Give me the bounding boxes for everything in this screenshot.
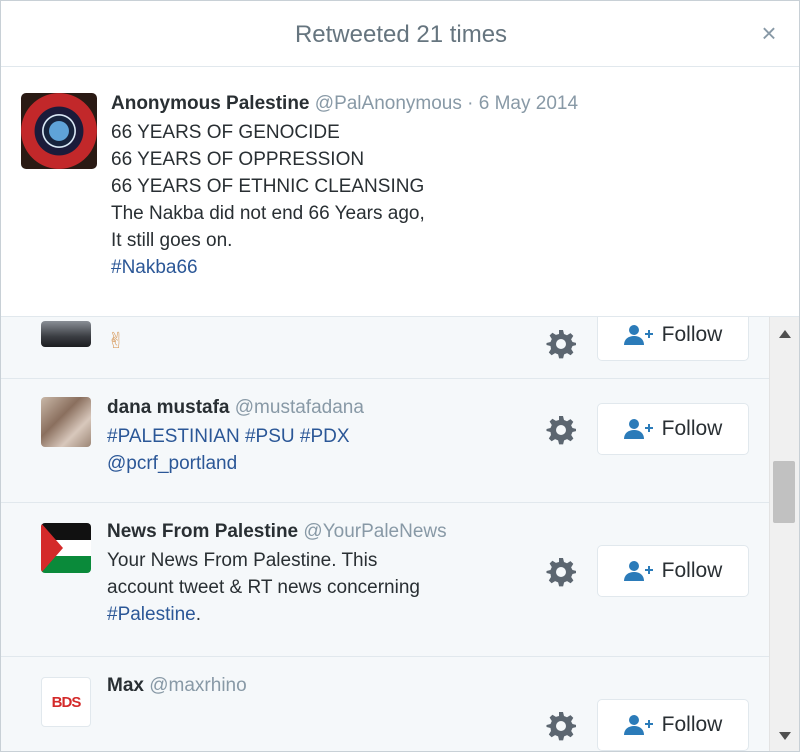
user-handle[interactable]: @mustafadana	[235, 397, 364, 418]
list-item: ✌ Follow	[1, 317, 771, 379]
palestine-flag-icon	[41, 523, 91, 573]
tweet-date[interactable]: · 6 May 2014	[467, 93, 578, 114]
avatar[interactable]: BDS	[41, 677, 91, 727]
close-button[interactable]: ×	[757, 18, 781, 48]
retweets-dialog: Retweeted 21 times × Anonymous Palestine…	[0, 0, 800, 752]
avatar[interactable]	[41, 321, 91, 347]
add-user-icon	[623, 419, 653, 439]
scroll-thumb[interactable]	[773, 461, 795, 523]
add-user-icon	[623, 715, 653, 735]
close-icon: ×	[761, 18, 777, 48]
tweet-text: 66 YEARS OF GENOCIDE 66 YEARS OF OPPRESS…	[111, 119, 781, 281]
follow-label: Follow	[661, 323, 723, 346]
gear-icon[interactable]	[546, 415, 576, 445]
hashtag-link[interactable]: #Palestine	[107, 604, 196, 625]
user-header: dana mustafa @mustafadana	[107, 397, 527, 419]
user-name[interactable]: dana mustafa	[107, 397, 229, 418]
tweet-line: The Nakba did not end 66 Years ago,	[111, 203, 425, 224]
scroll-up-arrow-icon[interactable]	[779, 330, 791, 338]
tweet-body: Anonymous Palestine @PalAnonymous · 6 Ma…	[111, 93, 781, 281]
user-header: News From Palestine @YourPaleNews	[107, 521, 527, 543]
dialog-header: Retweeted 21 times ×	[1, 1, 799, 67]
tweet-line: 66 YEARS OF ETHNIC CLEANSING	[111, 176, 425, 197]
add-user-icon	[623, 561, 653, 581]
avatar-text: BDS	[51, 693, 82, 711]
vertical-scrollbar[interactable]	[769, 317, 799, 751]
author-handle[interactable]: @PalAnonymous	[315, 93, 462, 114]
tweet-header: Anonymous Palestine @PalAnonymous · 6 Ma…	[111, 93, 781, 115]
tweet-line: 66 YEARS OF GENOCIDE	[111, 122, 340, 143]
follow-button[interactable]: Follow	[597, 545, 749, 597]
user-name[interactable]: News From Palestine	[107, 521, 298, 542]
user-bio: Your News From Palestine. This account t…	[107, 547, 527, 628]
hashtag-link[interactable]: #PALESTINIAN #PSU #PDX	[107, 423, 527, 450]
list-item: News From Palestine @YourPaleNews Your N…	[1, 503, 771, 657]
original-tweet[interactable]: Anonymous Palestine @PalAnonymous · 6 Ma…	[1, 67, 799, 317]
follow-label: Follow	[661, 417, 723, 440]
dialog-title: Retweeted 21 times	[294, 21, 508, 48]
author-name[interactable]: Anonymous Palestine	[111, 93, 310, 114]
gear-icon[interactable]	[546, 329, 576, 359]
retweeter-list: ✌ Follow dana mustafa @mustafadana #PALE…	[1, 317, 771, 751]
user-header: Max @maxrhino	[107, 675, 527, 697]
gear-icon[interactable]	[546, 557, 576, 587]
user-bio: #PALESTINIAN #PSU #PDX @pcrf_portland	[107, 423, 527, 477]
mention-link[interactable]: @pcrf_portland	[107, 450, 527, 477]
follow-button[interactable]: Follow	[597, 699, 749, 751]
follow-button[interactable]: Follow	[597, 403, 749, 455]
hashtag-link[interactable]: #Nakba66	[111, 254, 781, 281]
user-handle[interactable]: @YourPaleNews	[303, 521, 446, 542]
user-bio: ✌	[107, 328, 126, 353]
bio-line: account tweet & RT news concerning	[107, 577, 420, 598]
scroll-down-arrow-icon[interactable]	[779, 732, 791, 740]
avatar[interactable]	[41, 523, 91, 573]
add-user-icon	[623, 325, 653, 345]
tweet-line: It still goes on.	[111, 230, 233, 251]
tweet-line: 66 YEARS OF OPPRESSION	[111, 149, 365, 170]
follow-label: Follow	[661, 559, 723, 582]
user-handle[interactable]: @maxrhino	[149, 675, 246, 696]
follow-button[interactable]: Follow	[597, 317, 749, 361]
bio-tail: .	[195, 604, 202, 625]
avatar[interactable]	[41, 397, 91, 447]
gear-icon[interactable]	[546, 711, 576, 741]
list-item: BDS Max @maxrhino Follow	[1, 657, 771, 751]
user-name[interactable]: Max	[107, 675, 144, 696]
follow-label: Follow	[661, 713, 723, 736]
bio-line: Your News From Palestine. This	[107, 550, 378, 571]
avatar[interactable]	[21, 93, 97, 169]
list-item: dana mustafa @mustafadana #PALESTINIAN #…	[1, 379, 771, 503]
